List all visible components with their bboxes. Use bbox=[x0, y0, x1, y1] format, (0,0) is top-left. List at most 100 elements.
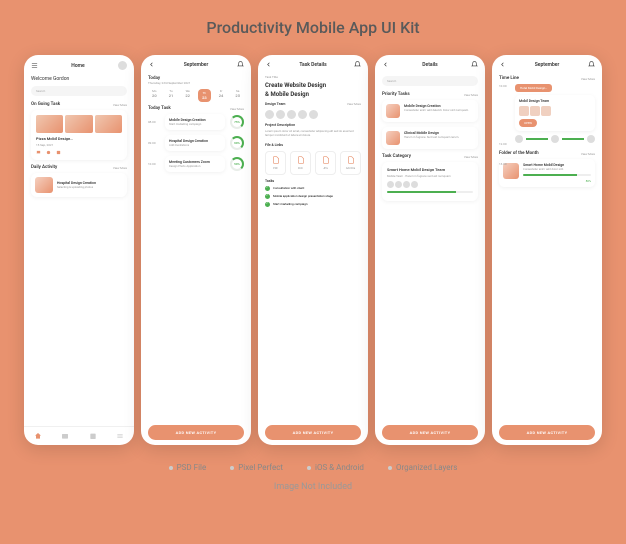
task-thumbnail bbox=[386, 104, 400, 118]
ongoing-task-card[interactable]: Pizza Mobil Design… 15 Sep, 2021 bbox=[31, 110, 127, 160]
avatar bbox=[411, 181, 418, 188]
footer-note: Image Not Included bbox=[274, 482, 352, 492]
nav-calendar-icon[interactable] bbox=[89, 432, 97, 440]
avatar[interactable] bbox=[287, 110, 296, 119]
breadcrumb: Task Title bbox=[265, 75, 361, 79]
task-card[interactable]: Hospital Design CreationAdd illustration… bbox=[165, 135, 225, 151]
date-cell[interactable]: Mo20 bbox=[148, 89, 161, 102]
file-box[interactable]: JPG bbox=[315, 151, 336, 175]
checklist-item[interactable]: Mobile application design presentation s… bbox=[265, 194, 361, 199]
check-icon bbox=[265, 202, 270, 207]
view-more-link[interactable]: View More bbox=[464, 93, 478, 97]
task-card[interactable]: Meeting Customers ZoomDesign Photo Appli… bbox=[165, 156, 225, 172]
image-icon bbox=[56, 150, 61, 155]
search-input[interactable]: Search bbox=[31, 86, 127, 96]
screens-row: Home Welcome Gordon Search On Going Task… bbox=[10, 55, 616, 445]
back-icon[interactable] bbox=[148, 61, 155, 68]
bell-icon[interactable] bbox=[354, 61, 361, 68]
screen-task-details: Task Details Task Title Create Website D… bbox=[258, 55, 368, 445]
file-box[interactable]: PDF bbox=[265, 151, 286, 175]
screen-calendar: September Today Thursday, 23rd September… bbox=[141, 55, 251, 445]
file-box[interactable]: DOC bbox=[290, 151, 311, 175]
header-title: Details bbox=[422, 62, 437, 68]
nav-folder-icon[interactable] bbox=[61, 432, 69, 440]
header-title: Task Details bbox=[299, 62, 326, 68]
description-label: Project Description bbox=[265, 123, 361, 127]
open-button[interactable]: OPEN bbox=[519, 119, 537, 127]
view-more-link[interactable]: View More bbox=[113, 103, 127, 107]
avatar bbox=[395, 181, 402, 188]
project-description: Lorem ipsum dolor sit amet, consectetur … bbox=[265, 130, 361, 138]
back-icon[interactable] bbox=[499, 61, 506, 68]
view-more-link[interactable]: View More bbox=[230, 107, 244, 111]
back-icon[interactable] bbox=[382, 61, 389, 68]
attachment-icon bbox=[46, 150, 51, 155]
task-subtitle: Consectetur enim velit deleniti. Dolor s… bbox=[404, 108, 474, 112]
priority-task-card[interactable]: Mobile Design Creation Consectetur enim … bbox=[382, 100, 478, 122]
nav-home-icon[interactable] bbox=[34, 432, 42, 440]
feature-label: Organized Layers bbox=[396, 463, 457, 472]
date-cell[interactable]: Fr24 bbox=[215, 89, 228, 102]
bell-icon[interactable] bbox=[471, 61, 478, 68]
add-activity-button[interactable]: ADD NEW ACTIVITY bbox=[499, 425, 595, 440]
header-title: September bbox=[184, 62, 209, 68]
feature-item: iOS & Android bbox=[307, 463, 364, 472]
avatar bbox=[587, 135, 595, 143]
team-title: Smart Home Mobil Design Team bbox=[387, 167, 473, 172]
date-cell[interactable]: Th23 bbox=[198, 89, 211, 102]
header-title: September bbox=[535, 62, 560, 68]
date-cell[interactable]: We22 bbox=[181, 89, 194, 102]
avatar[interactable] bbox=[265, 110, 274, 119]
add-activity-button[interactable]: ADD NEW ACTIVITY bbox=[148, 425, 244, 440]
progress-bar bbox=[387, 191, 473, 193]
view-more-link[interactable]: View More bbox=[347, 102, 361, 106]
task-card[interactable]: Mobile Design CreationStart marketing ca… bbox=[165, 114, 225, 130]
file-box[interactable]: Add File bbox=[340, 151, 361, 175]
profile-avatar[interactable] bbox=[118, 61, 127, 70]
checklist-item[interactable]: Consultation with client bbox=[265, 186, 361, 191]
section-daily: Daily Activity bbox=[31, 165, 57, 170]
date-cell[interactable]: Tu21 bbox=[165, 89, 178, 102]
file-label: PDF bbox=[268, 167, 283, 170]
chat-icon bbox=[36, 150, 41, 155]
folder-percent: 80% bbox=[523, 179, 591, 183]
view-more-link[interactable]: View More bbox=[581, 152, 595, 156]
bell-icon[interactable] bbox=[588, 61, 595, 68]
view-more-link[interactable]: View More bbox=[464, 155, 478, 159]
bell-icon[interactable] bbox=[237, 61, 244, 68]
team-card[interactable]: Smart Home Mobil Design Team Mobile Team… bbox=[382, 162, 478, 201]
check-label: Consultation with client bbox=[273, 186, 304, 190]
feature-label: Pixel Perfect bbox=[238, 463, 283, 472]
back-icon[interactable] bbox=[265, 61, 272, 68]
task-time: 09.00 bbox=[148, 141, 160, 145]
avatar[interactable] bbox=[276, 110, 285, 119]
feature-label: PSD File bbox=[177, 463, 207, 472]
avatar[interactable] bbox=[298, 110, 307, 119]
add-activity-button[interactable]: ADD NEW ACTIVITY bbox=[382, 425, 478, 440]
view-more-link[interactable]: View More bbox=[113, 166, 127, 170]
timeline-card[interactable]: Mobil Design Team OPEN bbox=[515, 95, 595, 131]
kit-title: Productivity Mobile App UI Kit bbox=[206, 18, 419, 37]
folder-card[interactable]: Smart Home Mobil Design Consectetur enim… bbox=[499, 159, 595, 187]
view-more-link[interactable]: View More bbox=[581, 77, 595, 81]
search-input[interactable]: Search bbox=[382, 76, 478, 86]
priority-task-card[interactable]: Clinical Mobile Design Harum in fugione.… bbox=[382, 127, 478, 149]
avatar bbox=[515, 135, 523, 143]
file-label: JPG bbox=[318, 167, 333, 170]
date-cell[interactable]: Sa25 bbox=[231, 89, 244, 102]
timeline-badge[interactable]: Hotel Mobil Design… bbox=[515, 84, 552, 92]
file-label: Add File bbox=[343, 167, 358, 170]
screen-timeline: September Time Line View More 10.00 Hote… bbox=[492, 55, 602, 445]
daily-activity-card[interactable]: Hospital Design Creation Selecting & upl… bbox=[31, 173, 127, 197]
bullet-icon bbox=[388, 466, 392, 470]
menu-icon[interactable] bbox=[31, 62, 38, 69]
avatar[interactable] bbox=[309, 110, 318, 119]
nav-menu-icon[interactable] bbox=[116, 432, 124, 440]
folder-subtitle: Consectetur enim velit dolor sint. bbox=[523, 167, 591, 171]
add-activity-button[interactable]: ADD NEW ACTIVITY bbox=[265, 425, 361, 440]
check-icon bbox=[265, 186, 270, 191]
task-thumbnail bbox=[386, 131, 400, 145]
date-strip: Mo20 Tu21We22 Th23 Fr24Sa25 bbox=[148, 89, 244, 102]
timeline-progress bbox=[515, 135, 595, 143]
checklist-item[interactable]: Start marketing campaign bbox=[265, 202, 361, 207]
